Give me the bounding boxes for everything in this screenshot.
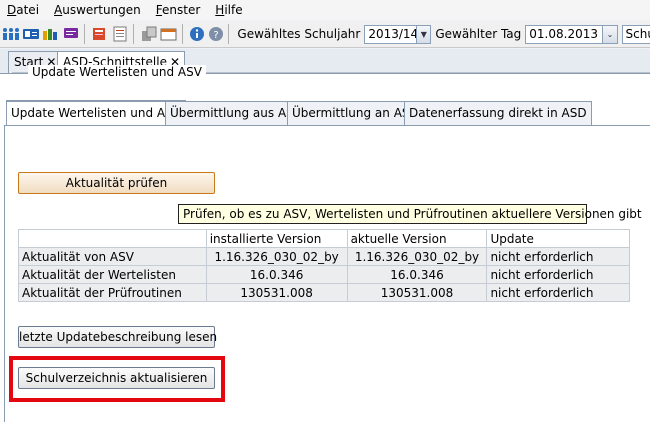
chevron-down-icon[interactable]: ▼	[417, 24, 432, 44]
table-cell: 1.16.326_030_02_by	[205, 247, 348, 266]
menu-auswertungen[interactable]: Auswertungen	[47, 0, 149, 20]
toolbar: ? Gewähltes Schuljahr 2013/14 ▼ Gewählte…	[0, 21, 650, 48]
toolbar-separator	[84, 24, 85, 44]
tab-update-wertelisten[interactable]: Update Wertelisten und ASV	[6, 100, 186, 126]
column-header: aktuelle Version	[346, 229, 488, 248]
column-header: installierte Version	[205, 229, 348, 248]
table-row[interactable]: Aktualität von ASV 1.16.326_030_02_by 1.…	[18, 247, 630, 266]
table-cell: Aktualität der Wertelisten	[18, 265, 207, 284]
table-cell: nicht erforderlich	[486, 265, 630, 284]
table-cell: 16.0.346	[205, 265, 348, 284]
menu-fenster[interactable]: Fenster	[149, 0, 209, 20]
table-row[interactable]: Aktualität der Wertelisten 16.0.346 16.0…	[18, 265, 630, 284]
schuljahr-label: Gewähltes Schuljahr	[237, 27, 361, 41]
tab-datenerfassung[interactable]: Datenerfassung direkt in ASD	[404, 101, 592, 125]
class-icon[interactable]	[42, 25, 60, 43]
table-cell: Aktualität der Prüfroutinen	[18, 283, 207, 302]
table-cell: 16.0.346	[346, 265, 488, 284]
schule-select[interactable]: Schu	[621, 24, 650, 44]
tooltip: Prüfen, ob es zu ASV, Wertelisten und Pr…	[178, 204, 642, 224]
column-header: Update	[486, 229, 630, 248]
tag-date-field[interactable]: 01.08.2013	[525, 24, 604, 44]
id-card-icon[interactable]	[22, 25, 40, 43]
book-icon[interactable]	[91, 25, 109, 43]
chevron-down-icon[interactable]: ⌄	[603, 24, 618, 44]
table-cell: 130531.008	[205, 283, 348, 302]
highlight-box	[9, 356, 225, 402]
toolbar-separator	[228, 24, 230, 44]
menu-datei[interactable]: Datei	[0, 0, 47, 20]
tag-label: Gewählter Tag	[435, 27, 522, 41]
svg-text:?: ?	[213, 30, 218, 41]
menu-bar: Datei Auswertungen Fenster Hilfe	[0, 0, 650, 20]
window-icon[interactable]	[160, 25, 178, 43]
table-cell: 130531.008	[346, 283, 488, 302]
people-icon[interactable]	[2, 25, 20, 43]
copy-icon[interactable]	[140, 25, 158, 43]
check-updates-button[interactable]: Aktualität prüfen	[18, 172, 215, 194]
column-header	[18, 229, 207, 248]
toolbar-separator	[132, 24, 134, 44]
group-title: Update Wertelisten und ASV	[28, 65, 206, 79]
inner-tab-bar: Update Wertelisten und ASV Übermittlung …	[4, 100, 650, 126]
toolbar-separator	[181, 24, 183, 44]
version-table: installierte Version aktuelle Version Up…	[18, 229, 630, 302]
help-icon[interactable]: ?	[208, 25, 225, 43]
table-cell: nicht erforderlich	[486, 247, 630, 266]
report-icon[interactable]	[111, 25, 129, 43]
read-update-description-button[interactable]: letzte Updatebeschreibung lesen	[18, 326, 217, 348]
menu-hilfe[interactable]: Hilfe	[208, 0, 250, 20]
schuljahr-select[interactable]: 2013/14	[364, 24, 418, 44]
table-cell: nicht erforderlich	[486, 283, 630, 302]
info-icon[interactable]	[189, 25, 206, 43]
message-icon[interactable]	[62, 25, 80, 43]
table-header-row: installierte Version aktuelle Version Up…	[18, 229, 630, 248]
table-cell: Aktualität von ASV	[18, 247, 207, 266]
table-row[interactable]: Aktualität der Prüfroutinen 130531.008 1…	[18, 283, 630, 302]
table-cell: 1.16.326_030_02_by	[346, 247, 488, 266]
